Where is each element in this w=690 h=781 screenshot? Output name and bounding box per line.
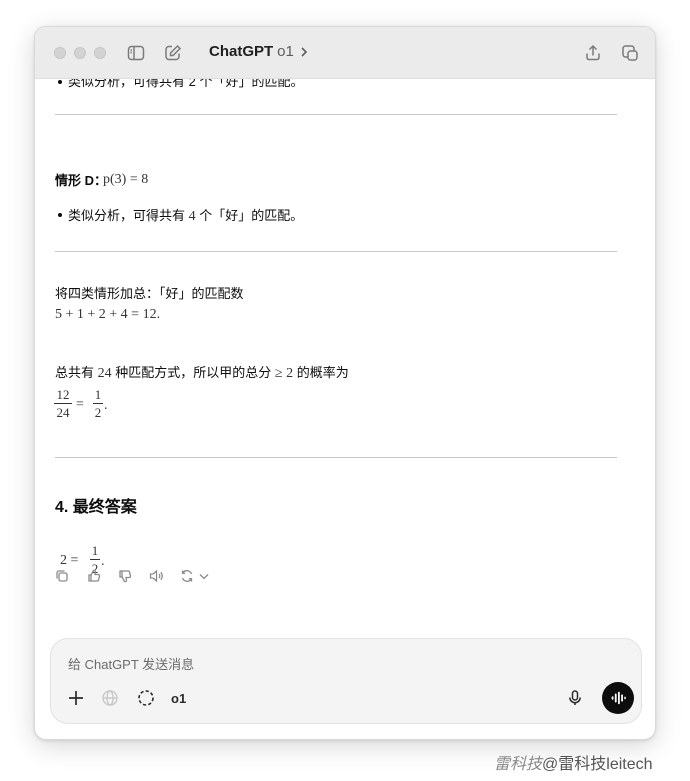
divider bbox=[55, 457, 617, 458]
minimize-window-button[interactable] bbox=[74, 47, 86, 59]
sidebar-toggle-icon[interactable] bbox=[126, 43, 146, 63]
window-title[interactable]: ChatGPT o1 bbox=[209, 43, 310, 60]
model-selector[interactable]: o1 bbox=[171, 691, 186, 706]
new-window-icon[interactable] bbox=[620, 43, 640, 63]
fraction-1-2: 1 2 bbox=[93, 387, 103, 420]
dashed-circle-icon[interactable] bbox=[136, 688, 156, 708]
microphone-icon[interactable] bbox=[565, 688, 585, 708]
zoom-window-button[interactable] bbox=[94, 47, 106, 59]
titlebar: ChatGPT o1 bbox=[35, 27, 655, 79]
bullet-dot bbox=[58, 213, 62, 217]
total-text: 总共有 24 种匹配方式，所以甲的总分 ≥ 2 的概率为 bbox=[55, 365, 349, 381]
compose-icon[interactable] bbox=[163, 43, 183, 63]
share-icon[interactable] bbox=[583, 43, 603, 63]
divider bbox=[55, 251, 617, 252]
case-d-math: p(3) = 8 bbox=[103, 172, 149, 187]
app-name: ChatGPT bbox=[209, 43, 274, 60]
plus-icon[interactable] bbox=[66, 688, 86, 708]
partial-bullet-text: 类似分析，可得共有 2 个「好」的匹配。 bbox=[68, 79, 304, 89]
summary-label: 将四类情形加总：「好」的匹配数 bbox=[55, 286, 244, 301]
equals-sign: = bbox=[76, 397, 84, 412]
globe-icon[interactable] bbox=[100, 688, 120, 708]
model-name: o1 bbox=[277, 43, 294, 60]
regenerate-icon[interactable] bbox=[179, 568, 195, 584]
voice-mode-button[interactable] bbox=[602, 682, 634, 714]
voice-mode-icon bbox=[611, 691, 626, 705]
fraction-12-24: 12 24 bbox=[54, 387, 72, 420]
divider bbox=[55, 114, 617, 115]
thumbs-down-icon[interactable] bbox=[117, 568, 133, 584]
case-d-label: 情形 D： bbox=[55, 173, 108, 188]
case-d-bullet: 类似分析，可得共有 4 个「好」的匹配。 bbox=[68, 208, 304, 224]
chevron-right-icon bbox=[298, 45, 310, 59]
speaker-icon[interactable] bbox=[148, 568, 164, 584]
period: . bbox=[104, 398, 108, 413]
message-composer[interactable]: 给 ChatGPT 发送消息 o1 bbox=[50, 638, 642, 724]
final-answer-heading: 4. 最终答案 bbox=[55, 499, 137, 516]
chevron-down-icon[interactable] bbox=[196, 568, 212, 584]
chatgpt-window: ChatGPT o1 类似分析，可得共有 2 个「好」的匹配。 情形 D： p(… bbox=[34, 26, 656, 740]
message-input[interactable]: 给 ChatGPT 发送消息 bbox=[68, 654, 194, 673]
watermark: 雷科技@雷科技leitech bbox=[494, 756, 653, 773]
close-window-button[interactable] bbox=[54, 47, 66, 59]
bullet-dot bbox=[58, 80, 62, 84]
conversation-area[interactable]: 类似分析，可得共有 2 个「好」的匹配。 情形 D： p(3) = 8 类似分析… bbox=[35, 79, 655, 637]
summary-math: 5 + 1 + 2 + 4 = 12. bbox=[55, 307, 161, 322]
copy-icon[interactable] bbox=[54, 568, 70, 584]
thumbs-up-icon[interactable] bbox=[86, 568, 102, 584]
